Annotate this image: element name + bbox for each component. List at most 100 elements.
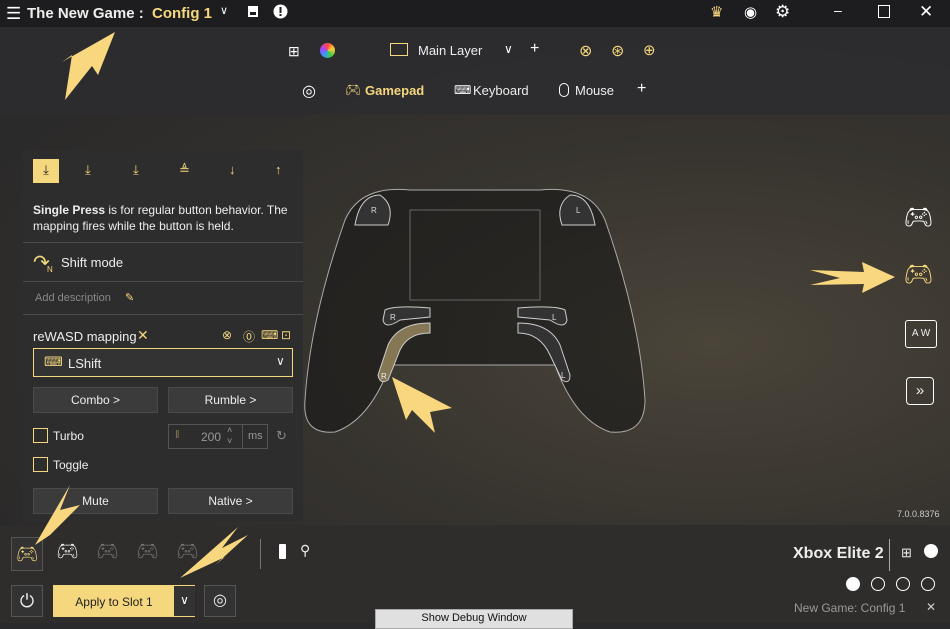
add-layer-icon[interactable]: + (530, 40, 539, 58)
controller-diagram: R L R L R L (304, 188, 646, 433)
apply-button[interactable]: Apply to Slot 1 (54, 595, 174, 609)
apply-dropdown[interactable]: ∨ (174, 586, 195, 616)
xbox-alt-icon[interactable]: ⊛ (611, 41, 624, 61)
xbox-icon[interactable]: ⊗ (579, 41, 592, 61)
save-icon[interactable] (246, 4, 260, 18)
power-button[interactable]: ⏻ (11, 585, 43, 617)
maximize-icon[interactable] (878, 5, 890, 18)
long-press-icon[interactable]: ⤓ (85, 162, 91, 178)
device-gamepad-icon[interactable]: 🎮︎ (11, 537, 43, 571)
press-description: Single Press is for regular button behav… (33, 202, 295, 234)
minimize-icon[interactable]: – (834, 2, 842, 18)
apply-group: Apply to Slot 1 ∨ (53, 585, 195, 617)
add-config-icon[interactable]: ⊞ (901, 545, 912, 561)
macro-icon[interactable]: ⊡ (281, 328, 291, 342)
config-title[interactable]: Config 1 (152, 5, 212, 22)
keyboard-icon: ⌨ (454, 83, 472, 97)
slot-1[interactable] (846, 577, 860, 591)
bottom-bar: 🎮︎ 🎮︎ 🎮︎ 🎮︎ 🎮︎ ⚲ Xbox Elite 2 ⊞ ⏻ Apply … (0, 525, 950, 629)
color-icon[interactable] (320, 43, 335, 58)
turbo-speed-input[interactable]: ‖ 200 ˄ ˅ ms (168, 424, 268, 449)
shift-mode[interactable]: Shift mode (61, 255, 123, 270)
gamepad-view-icon[interactable]: 🎮︎ (903, 203, 939, 233)
xbox-icon[interactable]: ⊗ (222, 328, 232, 342)
support-icon[interactable]: ◉ (744, 3, 757, 21)
keyboard-icon: ⌨ (44, 354, 63, 369)
mouse-icon (559, 83, 569, 97)
rumble-button[interactable]: Rumble > (168, 387, 293, 413)
joystick-icon[interactable]: ⚲ (300, 542, 310, 559)
crown-icon[interactable]: ♛ (710, 3, 723, 21)
add-controller-icon[interactable]: ⊕ (643, 41, 656, 59)
slot-2[interactable] (871, 577, 885, 591)
device-gamepad2-icon[interactable]: 🎮︎ (96, 541, 119, 562)
up-icon[interactable]: ↑ (275, 162, 282, 177)
combo-button[interactable]: Combo > (33, 387, 158, 413)
svg-text:R: R (390, 313, 396, 322)
info-icon[interactable] (273, 4, 288, 19)
svg-text:L: L (561, 371, 566, 380)
svg-text:L: L (576, 206, 581, 215)
down-icon[interactable]: ↓ (229, 162, 236, 177)
mute-button[interactable]: Mute (33, 488, 158, 514)
toggle-checkbox[interactable] (33, 457, 48, 472)
device-bluetooth-icon[interactable]: 🎮︎ (136, 541, 159, 562)
double-press-icon[interactable]: ⤓ (133, 162, 139, 178)
mapping-value: LShift (68, 356, 102, 371)
toolbar: ⊞ Main Layer ∨ + ⊗ ⊛ ⊕ ◎ 🎮︎ Gamepad ⌨ Ke… (0, 27, 950, 115)
layer-icon (390, 43, 408, 56)
turbo-checkbox[interactable] (33, 428, 48, 443)
add-description[interactable]: Add description (35, 292, 111, 304)
info-icon[interactable] (924, 544, 938, 558)
debug-button[interactable]: Show Debug Window (375, 609, 573, 629)
tab-mouse[interactable]: Mouse (575, 83, 614, 98)
single-press-icon[interactable]: ⤓ (33, 159, 59, 183)
shift-badge: N (47, 265, 53, 274)
shortcut-view-icon[interactable]: » (906, 377, 934, 405)
keyboard-view-icon[interactable]: A W (905, 320, 937, 348)
svg-text:R: R (371, 206, 377, 215)
turbo-unit: ms (248, 430, 263, 442)
toggle-label: Toggle (53, 458, 89, 472)
mapping-select[interactable]: ⌨ LShift ∨ (33, 348, 293, 377)
paddles-view-icon[interactable]: 🎮︎ (903, 260, 939, 290)
pause-icon: ‖ (175, 429, 180, 441)
clear-mapping-icon[interactable]: ✕ (137, 327, 149, 344)
svg-text:R: R (381, 372, 387, 381)
device-virtual-icon[interactable]: 🎮︎ (176, 541, 199, 562)
menu-icon[interactable]: ☰ (6, 4, 21, 24)
slot-config: New Game: Config 1 (794, 601, 906, 615)
chevron-down-icon[interactable]: ∨ (220, 4, 228, 17)
slot-3[interactable] (896, 577, 910, 591)
press-type: Single Press (33, 203, 106, 217)
device-name: Xbox Elite 2 (793, 545, 884, 562)
eye-icon[interactable]: ◎ (302, 81, 316, 101)
reset-icon[interactable]: ↻ (276, 428, 287, 444)
game-title: The New Game : (27, 5, 144, 22)
turbo-value: 200 (201, 430, 222, 444)
device-keyboard-gamepad-icon[interactable]: 🎮︎ (56, 541, 79, 562)
gamepad-icon: 🎮︎ (345, 82, 362, 97)
chevron-down-icon[interactable]: ∨ (504, 42, 513, 56)
turbo-label: Turbo (53, 429, 84, 443)
mapping-label: reWASD mapping (33, 329, 137, 344)
keyboard-icon[interactable]: ⌨ (261, 328, 278, 342)
clear-slot-icon[interactable]: ✕ (926, 600, 936, 614)
title-bar: ☰ The New Game : Config 1 ∨ ♛ ◉ ⚙ – ✕ (0, 0, 950, 27)
native-button[interactable]: Native > (168, 488, 293, 514)
grid-icon[interactable]: ⊞ (288, 43, 300, 60)
tab-gamepad[interactable]: Gamepad (365, 83, 424, 98)
stepper-icon[interactable]: ˄ ˅ (227, 425, 232, 447)
target-icon[interactable]: ◎ (204, 585, 236, 617)
triple-press-icon[interactable]: ≜ (179, 162, 190, 178)
mouse-icon[interactable]: ⓪ (243, 328, 255, 345)
tab-keyboard[interactable]: Keyboard (473, 83, 529, 98)
add-tab-icon[interactable]: + (637, 80, 646, 98)
pencil-icon[interactable]: ✎ (125, 291, 134, 304)
slot-4[interactable] (921, 577, 935, 591)
gear-icon[interactable]: ⚙ (775, 2, 790, 22)
close-icon[interactable]: ✕ (919, 2, 933, 22)
phone-icon[interactable] (279, 544, 286, 559)
layer-name[interactable]: Main Layer (418, 43, 482, 58)
chevron-down-icon: ∨ (276, 354, 285, 368)
